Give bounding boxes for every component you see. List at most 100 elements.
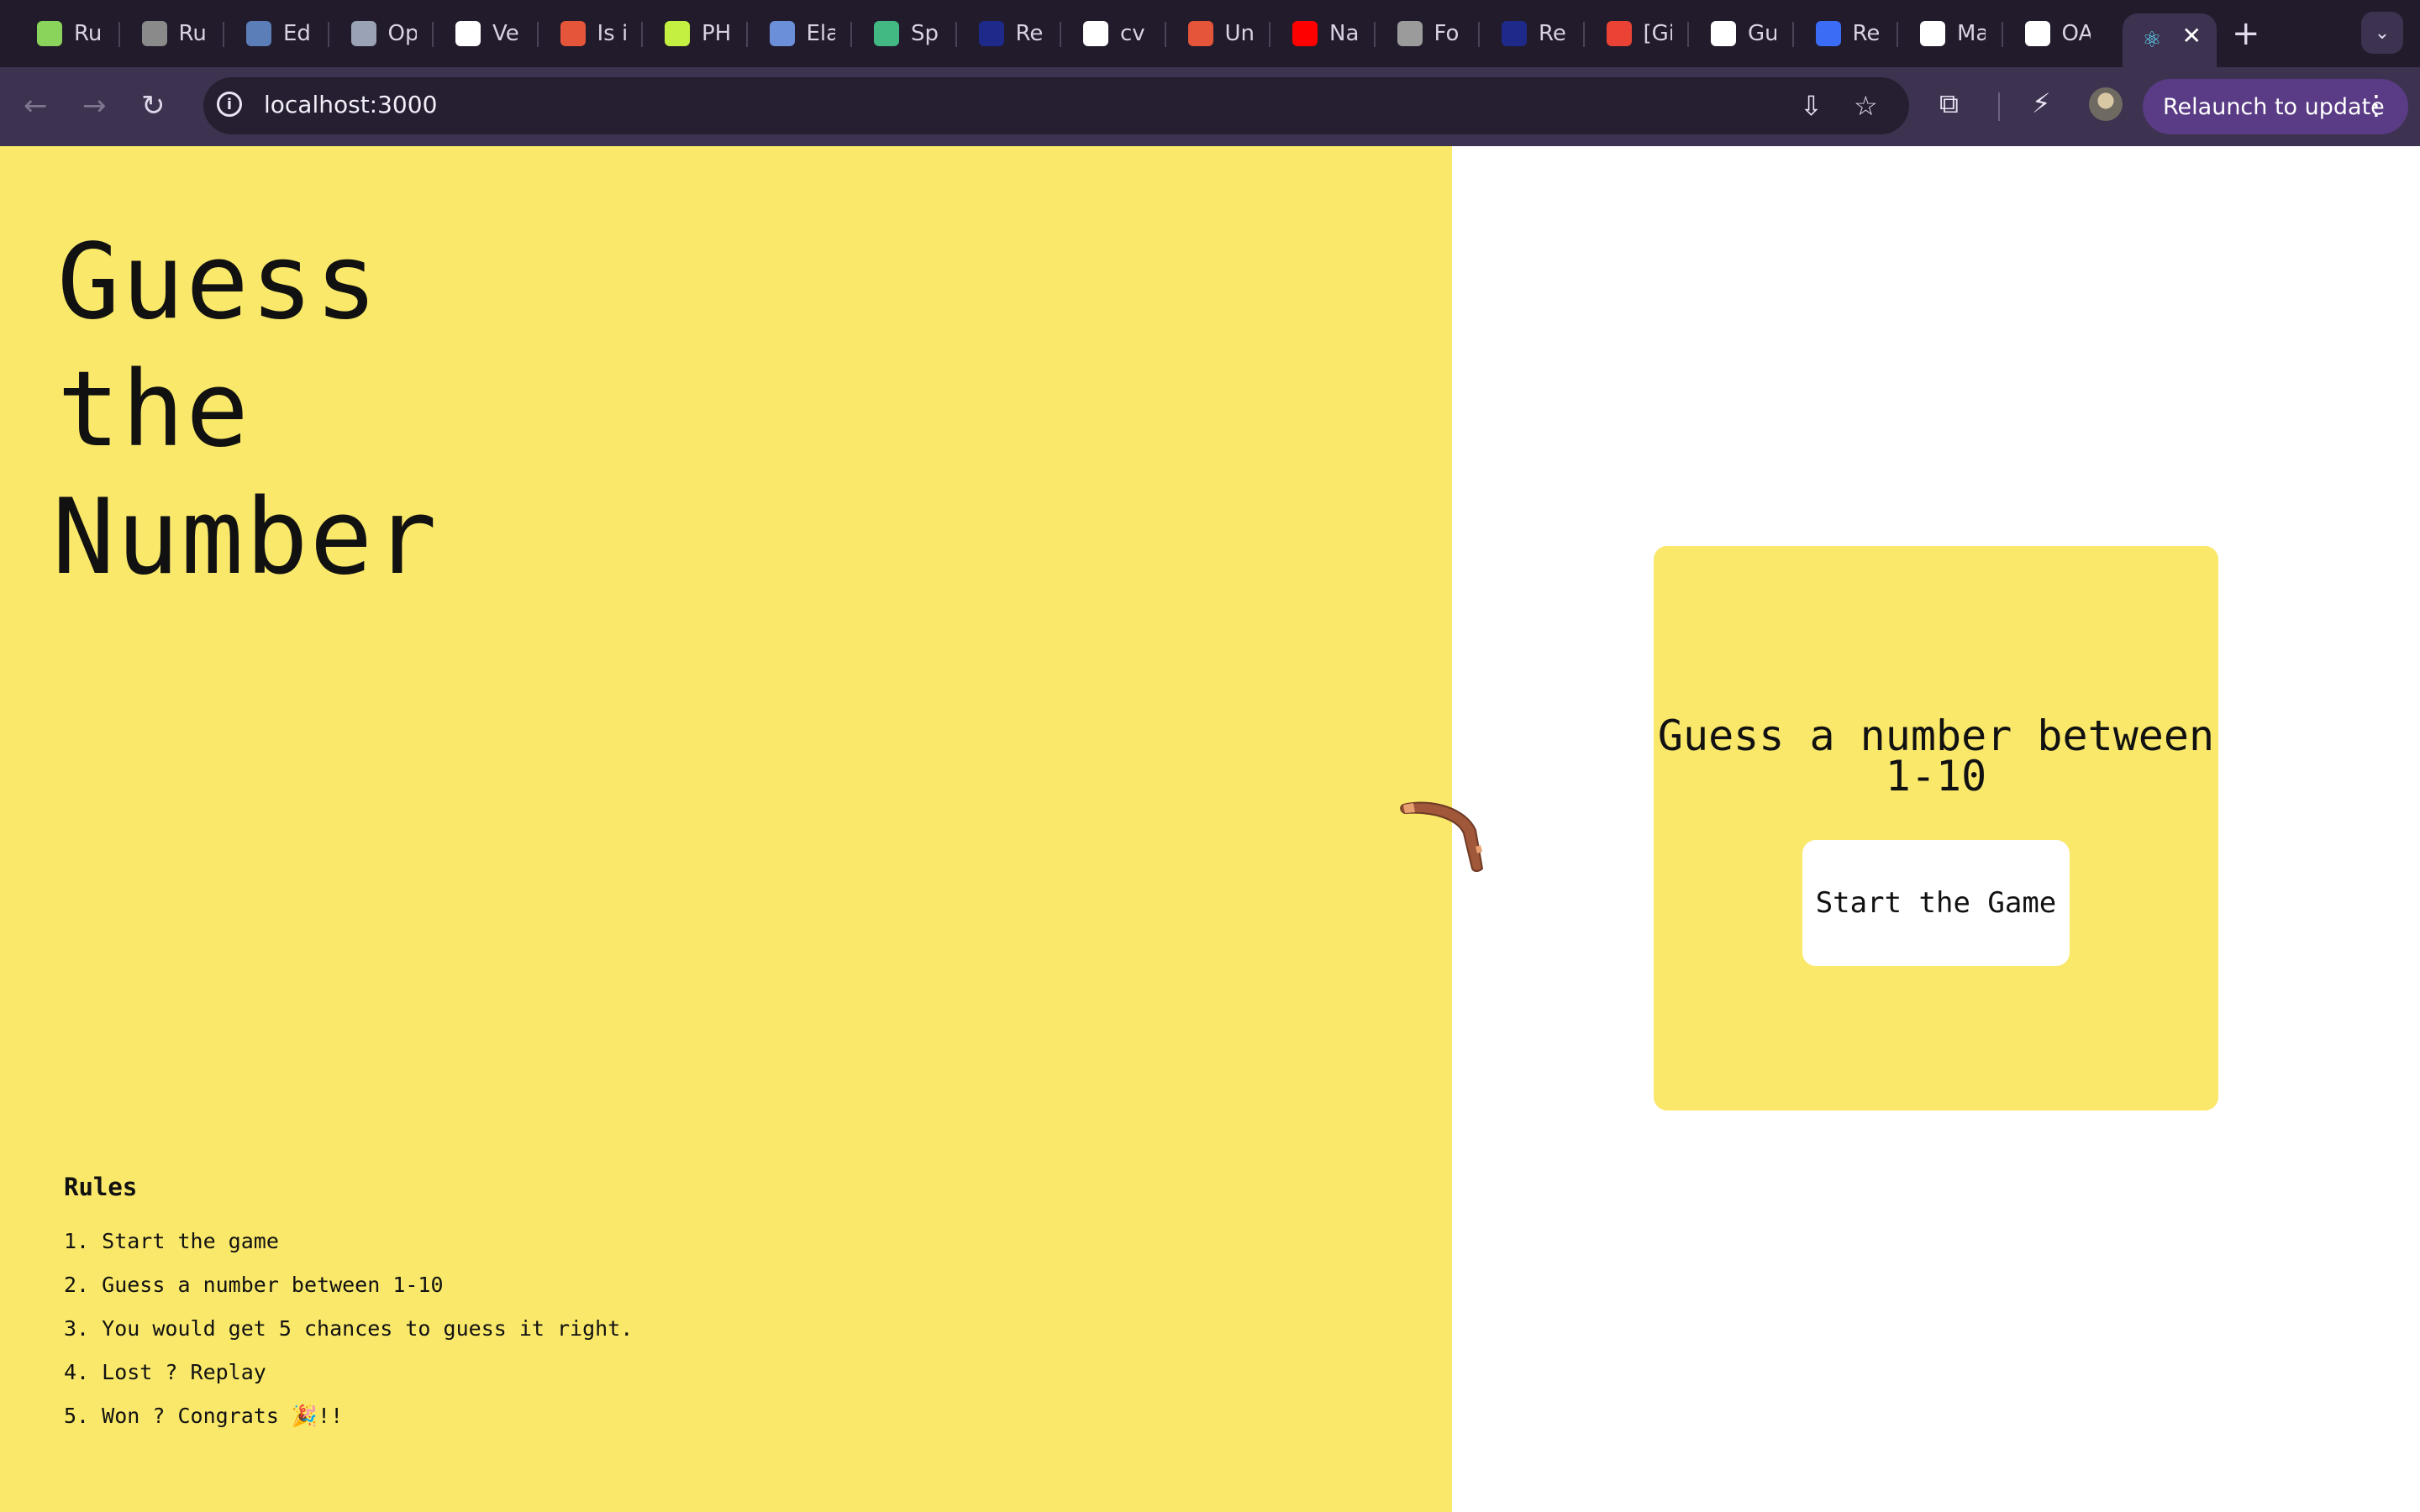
braces-icon xyxy=(560,21,586,46)
openai-icon xyxy=(455,21,481,46)
tab-separator xyxy=(1060,22,1061,47)
globe-icon xyxy=(141,21,167,46)
tab[interactable]: Na xyxy=(1276,13,1380,54)
tab-separator xyxy=(1478,22,1480,47)
tab-separator xyxy=(432,22,434,47)
page: Guess the Number Rules 1. Start the game… xyxy=(0,146,2420,1512)
profile-avatar[interactable] xyxy=(2089,87,2123,121)
rule-item: 1. Start the game xyxy=(64,1229,279,1253)
relaunch-label: Relaunch to update xyxy=(2163,93,2385,120)
back-icon[interactable]: ← xyxy=(24,89,48,123)
title-line: the xyxy=(57,349,250,470)
tab-separator xyxy=(2001,22,2003,47)
tab-title: Ma xyxy=(1957,21,1986,46)
tab-title: Na xyxy=(1329,21,1358,46)
code-slash-icon xyxy=(874,21,899,46)
tab-separator xyxy=(1791,22,1794,47)
url-text[interactable]: localhost:3000 xyxy=(264,91,437,118)
rule-item: 2. Guess a number between 1-10 xyxy=(64,1273,444,1297)
tab[interactable]: Re xyxy=(1485,13,1589,54)
new-tab-button[interactable]: + xyxy=(2232,13,2260,54)
github-icon xyxy=(2024,21,2050,46)
address-bar[interactable]: i localhost:3000 ⇩ ☆ xyxy=(203,77,1909,134)
tab-separator xyxy=(223,22,224,47)
card-heading: Guess a number between 1-10 xyxy=(1657,711,2215,801)
more-menu-icon[interactable]: ⋮ xyxy=(2363,89,2390,121)
tab-separator xyxy=(1582,22,1585,47)
tab[interactable]: Un xyxy=(1171,13,1276,54)
bookmark-star-icon[interactable]: ☆ xyxy=(1854,92,1878,119)
tab-title: Sp xyxy=(911,21,939,46)
tab-title: Re xyxy=(1539,21,1566,46)
tab-title: OA xyxy=(2061,21,2091,46)
tab-separator xyxy=(327,22,329,47)
tab[interactable]: Ela xyxy=(753,13,857,54)
r-logo-icon xyxy=(1502,21,1527,46)
tab-separator xyxy=(536,22,539,47)
tab[interactable]: Ve xyxy=(439,13,543,54)
relaunch-button[interactable]: Relaunch to update ⋮ xyxy=(2143,79,2408,134)
tab-search-button[interactable]: ⌄ xyxy=(2361,12,2403,54)
page-title: Guess the Number xyxy=(52,218,439,601)
gmail-icon xyxy=(1606,21,1632,46)
rule-item: 4. Lost ? Replay xyxy=(64,1360,266,1384)
tab-title: Op xyxy=(387,21,417,46)
tab-title: Ru xyxy=(178,21,207,46)
reload-icon[interactable]: ↻ xyxy=(141,89,166,123)
tab-separator xyxy=(1269,22,1270,47)
extensions-icon[interactable]: ⧉ xyxy=(1939,87,1959,120)
toolbar-divider xyxy=(1998,92,2000,121)
site-info-icon[interactable]: i xyxy=(217,92,242,117)
tab[interactable]: Sp xyxy=(857,13,961,54)
tab[interactable]: Ma xyxy=(1903,13,2007,54)
leaf-icon xyxy=(37,21,62,46)
tab[interactable]: Ru xyxy=(125,13,229,54)
tab[interactable]: Re xyxy=(1799,13,1903,54)
rules-heading: Rules xyxy=(64,1173,138,1201)
tab-separator xyxy=(955,22,957,47)
tab[interactable]: Gu xyxy=(1694,13,1798,54)
left-panel: Guess the Number Rules 1. Start the game… xyxy=(0,146,1452,1512)
tab-separator xyxy=(1687,22,1689,47)
face-icon xyxy=(769,21,795,46)
tab-strip: Ru Ru Ed Op Ve Is i PH Ela Sp Re cv Un Na Fo Re [Gi Gu Re… xyxy=(0,0,2420,67)
youtube-icon xyxy=(1292,21,1318,46)
r-logo-icon xyxy=(978,21,1004,46)
tab-title: Ela xyxy=(806,21,835,46)
github-icon xyxy=(1711,21,1736,46)
tab-title: Ve xyxy=(492,21,519,46)
tab-separator xyxy=(745,22,748,47)
tab-active[interactable]: ⚛ ✕ xyxy=(2123,13,2217,67)
tab[interactable]: cv xyxy=(1066,13,1171,54)
tab[interactable]: OA xyxy=(2008,13,2112,54)
chevron-down-icon: ⌄ xyxy=(2374,22,2391,44)
react-icon: ⚛ xyxy=(2142,28,2162,53)
start-game-button[interactable]: Start the Game xyxy=(1802,840,2070,966)
tab-separator xyxy=(850,22,852,47)
tab[interactable]: Op xyxy=(334,13,439,54)
tab-title: PH xyxy=(702,21,730,46)
tab-title: Un xyxy=(1224,21,1254,46)
game-card: Guess a number between 1-10 Start the Ga… xyxy=(1654,546,2218,1110)
rules-list: 1. Start the game 2. Guess a number betw… xyxy=(64,1220,633,1438)
google-icon xyxy=(1083,21,1108,46)
title-line: Guess xyxy=(57,222,380,343)
forward-icon[interactable]: → xyxy=(82,89,107,123)
tab[interactable]: PH xyxy=(648,13,752,54)
performance-icon[interactable]: ⚡ xyxy=(2032,87,2050,119)
tab[interactable]: [Gi xyxy=(1590,13,1694,54)
tab[interactable]: Is i xyxy=(544,13,648,54)
tab-title: cv xyxy=(1120,21,1145,46)
tab[interactable]: Ed xyxy=(229,13,334,54)
tab-title: Gu xyxy=(1748,21,1776,46)
tab[interactable]: Re xyxy=(962,13,1066,54)
lambda-icon xyxy=(665,21,690,46)
title-line: Number xyxy=(52,477,439,598)
tab-title: [Gi xyxy=(1643,21,1672,46)
install-app-icon[interactable]: ⇩ xyxy=(1800,92,1823,119)
tab[interactable]: Ru xyxy=(20,13,124,54)
tab-title: Re xyxy=(1015,21,1044,46)
braces-icon xyxy=(1187,21,1213,46)
tab[interactable]: Fo xyxy=(1381,13,1485,54)
close-tab-icon[interactable]: ✕ xyxy=(2182,22,2202,50)
